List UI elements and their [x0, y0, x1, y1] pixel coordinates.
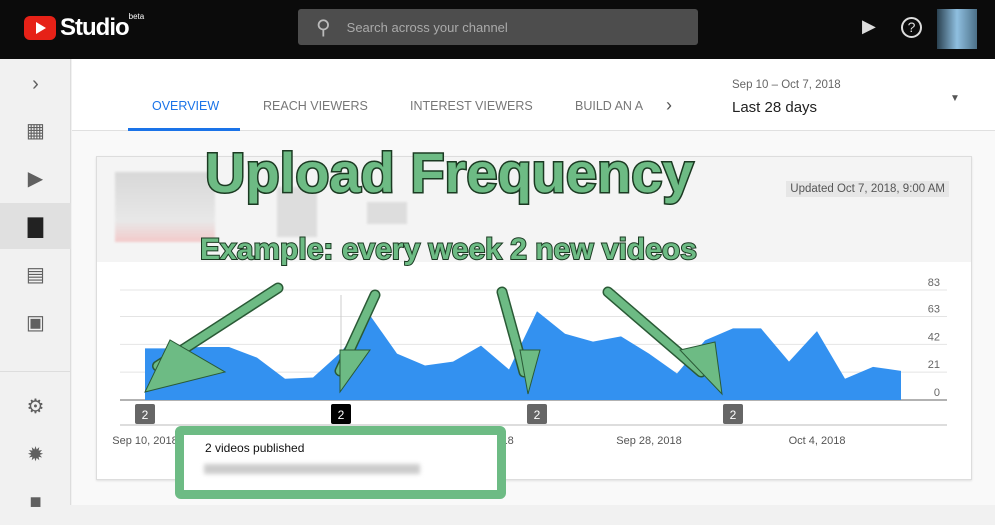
annotation-subtitle: Example: every week 2 new videos: [199, 232, 698, 267]
publish-marker-count: 2: [142, 408, 149, 422]
x-tick-label: Sep 28, 2018: [616, 435, 681, 447]
x-tick-label: Sep 10, 2018: [112, 435, 177, 447]
y-tick-label: 42: [928, 331, 940, 343]
publish-marker-count: 2: [338, 408, 345, 422]
tooltip-title: 2 videos published: [205, 441, 305, 455]
y-tick-label: 21: [928, 359, 940, 371]
publish-marker-count: 2: [534, 408, 541, 422]
publish-tooltip: 2 videos published: [175, 426, 506, 499]
y-tick-label: 63: [928, 304, 940, 316]
y-tick-label: 0: [934, 387, 940, 399]
annotation-title: Upload Frequency: [204, 140, 696, 206]
x-tick-label: Oct 4, 2018: [789, 435, 846, 447]
annotation-arrow-shaft: [498, 288, 528, 376]
y-tick-label: 83: [928, 277, 940, 289]
publish-marker-count: 2: [730, 408, 737, 422]
tooltip-blurred-video-titles: [204, 464, 420, 474]
